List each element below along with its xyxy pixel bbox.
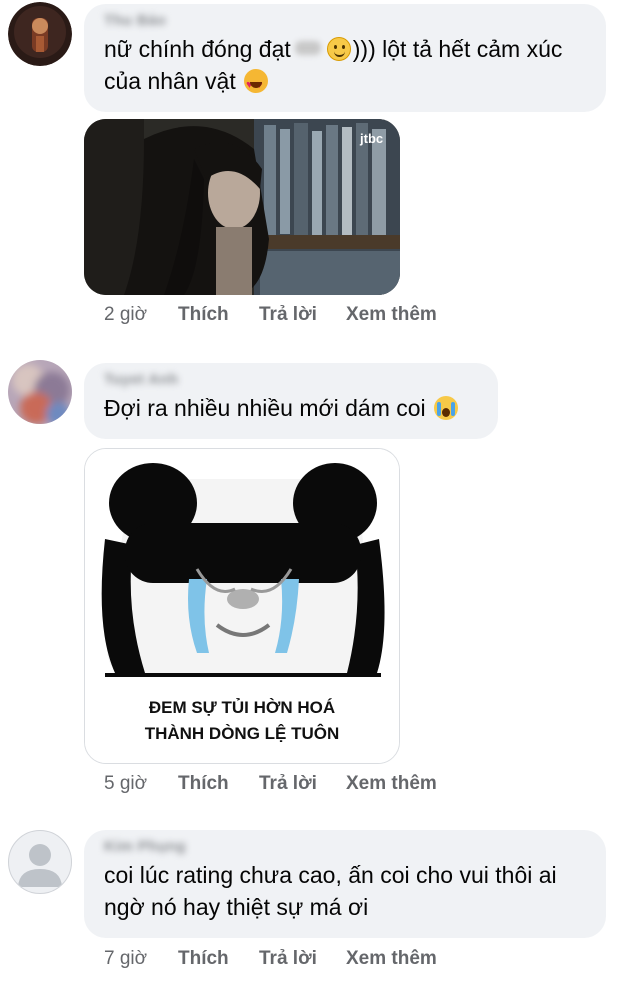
redacted-word — [294, 41, 321, 55]
comment-bubble: Thu Bảo nữ chính đóng đạt))) lột tả hết … — [84, 4, 606, 112]
watermark-text: jtbc — [359, 131, 383, 146]
author-name[interactable]: Thu Bảo — [104, 12, 586, 29]
default-user-avatar-icon[interactable] — [8, 830, 72, 894]
comment-sticker[interactable]: ĐEM SỰ TỦI HỜN HOÁ THÀNH DÒNG LỆ TUÔN — [84, 448, 400, 764]
like-button[interactable]: Thích — [178, 304, 229, 326]
meme-caption-line-2: THÀNH DÒNG LỆ TUÔN — [145, 724, 340, 743]
comment-bubble: Kim Phụng coi lúc rating chưa cao, ấn co… — [84, 830, 606, 938]
comment-text: Đợi ra nhiều nhiều mới dám coi — [104, 392, 478, 424]
comment-3: Kim Phụng coi lúc rating chưa cao, ấn co… — [0, 810, 620, 989]
comment-1: Thu Bảo nữ chính đóng đạt))) lột tả hết … — [0, 0, 620, 340]
avatar[interactable] — [8, 360, 72, 424]
see-more-button[interactable]: Xem thêm — [346, 948, 437, 970]
heart-eyes-face-icon — [244, 69, 269, 101]
comment-text-content: Đợi ra nhiều nhiều mới dám coi — [104, 395, 426, 421]
author-name[interactable]: Tuyet Anh — [104, 371, 478, 388]
comment-text-part-1: nữ chính đóng đạt — [104, 36, 291, 62]
comment-text: nữ chính đóng đạt))) lột tả hết cảm xúc … — [104, 33, 586, 101]
reply-button[interactable]: Trả lời — [259, 948, 317, 970]
like-button[interactable]: Thích — [178, 948, 229, 970]
comment-bubble: Tuyet Anh Đợi ra nhiều nhiều mới dám coi — [84, 363, 498, 439]
comment-time[interactable]: 5 giờ — [104, 773, 147, 795]
meme-caption-line-1: ĐEM SỰ TỦI HỜN HOÁ — [149, 698, 335, 717]
reply-button[interactable]: Trả lời — [259, 304, 317, 326]
slightly-smiling-face-icon — [326, 37, 351, 61]
comment-image[interactable]: jtbc — [84, 119, 400, 295]
see-more-button[interactable]: Xem thêm — [346, 773, 437, 795]
comment-2: Tuyet Anh Đợi ra nhiều nhiều mới dám coi — [0, 340, 620, 810]
author-name[interactable]: Kim Phụng — [104, 838, 586, 855]
reply-button[interactable]: Trả lời — [259, 773, 317, 795]
comment-time[interactable]: 7 giờ — [104, 948, 147, 970]
like-button[interactable]: Thích — [178, 773, 229, 795]
avatar[interactable] — [8, 2, 72, 66]
comment-time[interactable]: 2 giờ — [104, 304, 147, 326]
comment-text: coi lúc rating chưa cao, ấn coi cho vui … — [104, 862, 557, 920]
crying-face-icon — [434, 396, 459, 420]
see-more-button[interactable]: Xem thêm — [346, 304, 437, 326]
